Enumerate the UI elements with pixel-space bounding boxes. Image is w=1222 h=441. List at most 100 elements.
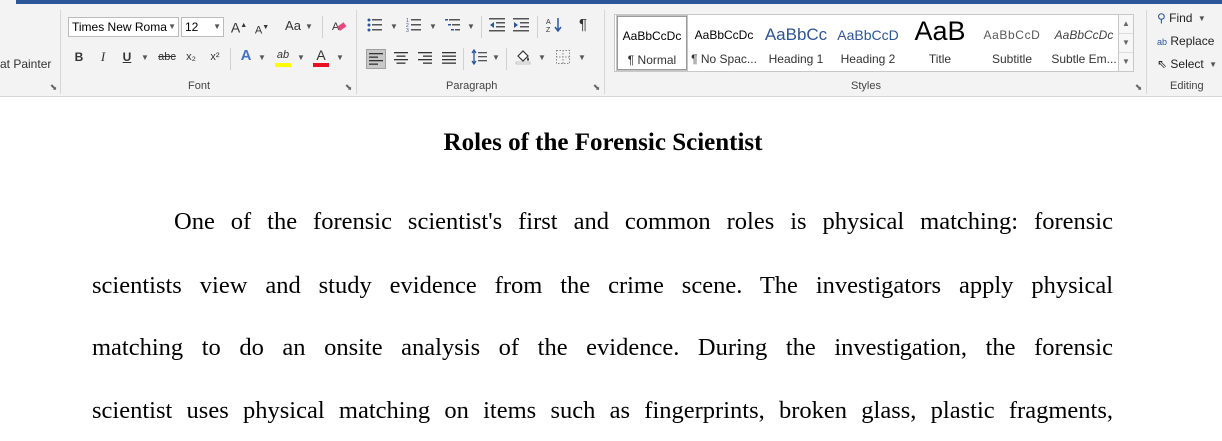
font-color-bar [313,63,329,67]
chevron-down-icon[interactable]: ▼ [578,53,586,62]
divider [463,48,464,70]
strikethrough-button[interactable]: abc [157,49,177,65]
chevron-down-icon[interactable]: ▼ [297,53,305,62]
paragraph-group-label: Paragraph [446,80,498,92]
numbering-button[interactable]: 123 [405,17,423,37]
chevron-down-icon: ▼ [1197,14,1206,23]
font-name-combo[interactable]: Times New Roma ▼ [68,17,179,37]
format-painter-button[interactable]: at Painter [0,57,51,71]
decrease-indent-icon [489,18,505,32]
style-preview: AaBbCcDc [622,29,682,43]
line-spacing-button[interactable] [470,48,488,69]
chevron-down-icon: ▼ [1209,60,1218,69]
subscript-button[interactable]: x₂ [183,49,199,65]
text-effects-button[interactable]: A [238,48,254,64]
replace-icon: ab [1157,37,1168,47]
styles-dialog-launcher-icon[interactable]: ⬊ [1134,83,1143,92]
bold-button[interactable]: B [72,49,86,65]
ribbon: at Painter ⬊ Times New Roma ▼ 12 ▼ A▲ A▼… [0,4,1222,97]
style-preview: AaBbCcDc [694,28,754,42]
chevron-down-icon[interactable]: ▼ [258,53,266,62]
justify-icon [442,52,456,64]
show-formatting-marks-button[interactable]: ¶ [575,17,591,33]
align-center-button[interactable] [392,49,410,69]
style-normal[interactable]: AaBbCcDc ¶ Normal [616,15,688,71]
bullets-button[interactable] [366,17,384,37]
increase-indent-button[interactable] [512,17,530,37]
style-name: Subtitle [991,52,1033,66]
paragraph-dialog-launcher-icon[interactable]: ⬊ [592,83,601,92]
multilevel-list-button[interactable] [444,17,462,37]
clipboard-dialog-launcher-icon[interactable]: ⬊ [49,83,58,92]
chevron-down-icon[interactable]: ▼ [429,22,437,31]
svg-text:A: A [546,19,551,26]
underline-button[interactable]: U [120,49,134,65]
style-subtle-emphasis[interactable]: AaBbCcDc Subtle Em... [1049,16,1119,70]
align-right-button[interactable] [416,49,434,69]
paragraph-line: matching to do an onsite analysis of the… [92,334,1113,361]
chevron-down-icon[interactable]: ▼ [390,22,398,31]
chevron-down-icon[interactable]: ▼ [305,22,313,31]
style-name: Subtle Em... [1051,52,1117,66]
select-button[interactable]: ⇖ Select ▼ [1157,57,1218,71]
borders-button[interactable] [554,49,572,68]
divider [537,16,538,38]
chevron-down-icon[interactable]: ▼ [538,53,546,62]
styles-gallery: AaBbCcDc ¶ Normal AaBbCcDc ¶ No Spac... … [614,14,1134,72]
style-name: ¶ Normal [627,53,677,67]
numbering-icon: 123 [406,18,421,34]
align-right-icon [418,52,432,64]
sort-icon: AZ [546,18,562,34]
divider [230,48,231,70]
scroll-up-icon[interactable]: ▲ [1119,15,1133,34]
style-name: ¶ No Spac... [691,52,757,66]
group-separator [1146,10,1147,94]
eraser-icon: A [332,21,347,33]
grow-font-button[interactable]: A▲ [230,18,248,36]
paragraph-line: One of the forensic scientist's first an… [174,208,1113,235]
shrink-font-button[interactable]: A▼ [254,20,270,39]
clear-formatting-button[interactable]: A [330,18,348,38]
chevron-down-icon[interactable]: ▼ [492,53,500,62]
scroll-down-icon[interactable]: ▼ [1119,34,1133,53]
chevron-down-icon: ▼ [168,22,176,31]
divider [481,16,482,38]
align-left-button[interactable] [366,49,386,69]
justify-button[interactable] [440,49,458,69]
align-left-icon [369,53,383,65]
change-case-button[interactable]: Aa [283,18,303,34]
sort-button[interactable]: AZ [545,17,563,37]
superscript-button[interactable]: x² [207,49,223,65]
line-spacing-icon [471,48,487,66]
chevron-down-icon[interactable]: ▼ [467,22,475,31]
document-page[interactable]: Roles of the Forensic Scientist One of t… [0,97,1222,441]
svg-text:3: 3 [406,28,409,33]
more-styles-icon[interactable]: ▼ [1119,53,1133,71]
style-subtitle[interactable]: AaBbCcD Subtitle [977,16,1047,70]
shading-button[interactable] [514,49,532,69]
font-color-button[interactable]: A [313,47,329,67]
replace-button[interactable]: ab Replace [1157,34,1214,48]
style-title[interactable]: AaB Title [905,16,975,70]
decrease-indent-button[interactable] [488,17,506,37]
group-separator [356,10,357,94]
style-heading-2[interactable]: AaBbCcD Heading 2 [833,16,903,70]
style-name: Heading 2 [840,52,896,66]
styles-group-label: Styles [851,80,881,92]
multilevel-list-icon [445,19,460,31]
style-no-spacing[interactable]: AaBbCcDc ¶ No Spac... [689,16,759,70]
font-size-combo[interactable]: 12 ▼ [181,17,224,37]
style-name: Heading 1 [768,52,824,66]
find-button[interactable]: ⚲ Find ▼ [1157,11,1206,25]
chevron-down-icon[interactable]: ▼ [141,53,149,62]
pointer-icon: ⇖ [1157,57,1168,71]
italic-button[interactable]: I [96,49,110,65]
text-highlight-button[interactable]: ab [274,47,292,67]
chevron-down-icon[interactable]: ▼ [336,53,344,62]
style-heading-1[interactable]: AaBbCc Heading 1 [761,16,831,70]
style-name: Title [928,52,952,66]
find-label: Find [1169,11,1193,25]
increase-indent-icon [513,18,529,32]
font-dialog-launcher-icon[interactable]: ⬊ [344,83,353,92]
style-preview: AaBbCcD [983,28,1041,42]
